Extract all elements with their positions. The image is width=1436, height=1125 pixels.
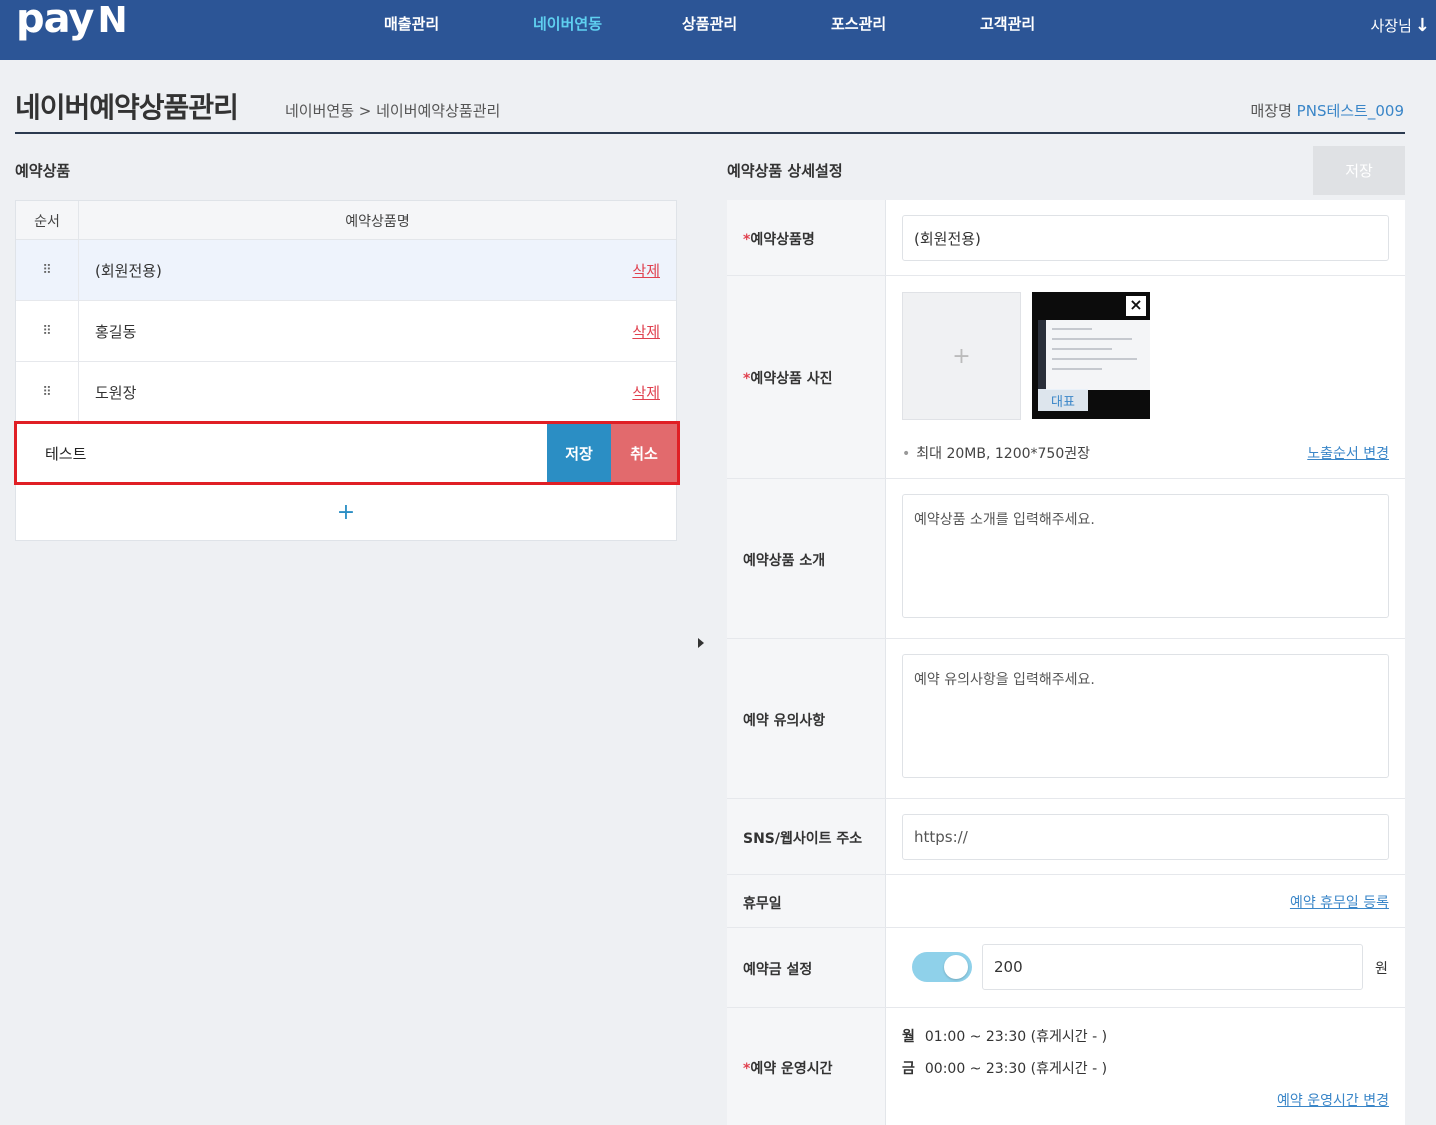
- operating-hours-row: *예약 운영시간 월 01:00 ~ 23:30 (휴게시간 - ) 금 00:00…: [727, 1008, 1405, 1125]
- row-cancel-button[interactable]: 취소: [611, 424, 677, 482]
- table-header: 순서 예약상품명: [16, 201, 676, 240]
- thumbnail-image: [1038, 320, 1150, 390]
- table-row[interactable]: ⠿ 홍길동 삭제: [16, 301, 676, 362]
- change-hours-link[interactable]: 예약 운영시간 변경: [1277, 1090, 1389, 1110]
- top-navigation-bar: pay N 매출관리 네이버연동 상품관리 포스관리 고객관리 사장님 ↓: [0, 0, 1436, 60]
- arrow-down-icon: ↓: [1414, 14, 1430, 36]
- product-name-input[interactable]: [902, 215, 1389, 261]
- product-intro-row: 예약상품 소개: [727, 479, 1405, 639]
- drag-handle-icon[interactable]: ⠿: [16, 240, 79, 300]
- holiday-row: 휴무일 예약 휴무일 등록: [727, 875, 1405, 928]
- product-list-title: 예약상품: [15, 162, 71, 180]
- row-save-button[interactable]: 저장: [547, 424, 611, 482]
- sns-website-input[interactable]: [902, 814, 1389, 860]
- photo-thumbnail[interactable]: × 대표: [1032, 292, 1150, 419]
- store-info: 매장명 PNS테스트_009: [1250, 100, 1404, 121]
- table-row[interactable]: ⠿ 도원장 삭제: [16, 362, 676, 423]
- hours-line: 금 00:00 ~ 23:30 (휴게시간 - ): [902, 1061, 1108, 1077]
- holiday-label: 휴무일: [743, 896, 782, 912]
- drag-handle-icon[interactable]: ⠿: [16, 362, 79, 422]
- representative-badge: 대표: [1038, 389, 1088, 411]
- save-button[interactable]: 저장: [1313, 146, 1405, 195]
- nav-pos[interactable]: 포스관리: [831, 13, 886, 34]
- operating-hours-label: *예약 운영시간: [743, 1061, 833, 1077]
- reservation-notice-row: 예약 유의사항: [727, 639, 1405, 799]
- product-photo-row: *예약상품 사진 + × 대표 • 최대 20MB, 1200*750권장 노출순…: [727, 276, 1405, 479]
- breadcrumb: 네이버연동 > 네이버예약상품관리: [285, 102, 501, 120]
- payn-logo[interactable]: pay N: [16, 0, 128, 42]
- plus-icon: +: [336, 500, 356, 525]
- reservation-notice-textarea[interactable]: [902, 654, 1389, 778]
- photo-size-note: • 최대 20MB, 1200*750권장: [902, 446, 1090, 462]
- register-holiday-link[interactable]: 예약 휴무일 등록: [1290, 892, 1389, 912]
- product-photo-label: *예약상품 사진: [743, 371, 833, 387]
- drag-handle-icon[interactable]: ⠿: [16, 301, 79, 361]
- user-menu[interactable]: 사장님 ↓: [1371, 15, 1431, 36]
- page-title: 네이버예약상품관리: [15, 91, 239, 124]
- new-product-name-input[interactable]: [17, 424, 547, 482]
- nav-sales[interactable]: 매출관리: [384, 13, 439, 34]
- sns-website-label: SNS/웹사이트 주소: [743, 831, 863, 847]
- product-name-label: *예약상품명: [743, 232, 815, 248]
- deposit-amount-input[interactable]: [982, 944, 1363, 990]
- store-label: 매장명: [1250, 102, 1292, 120]
- currency-unit: 원: [1375, 961, 1388, 977]
- remove-photo-icon[interactable]: ×: [1126, 296, 1146, 316]
- detail-settings-form: *예약상품명 *예약상품 사진 + × 대표 •최대 20MB, 1200*75…: [727, 200, 1405, 1125]
- add-photo-button[interactable]: +: [902, 292, 1021, 420]
- toggle-knob: [944, 955, 968, 979]
- order-column-header: 순서: [16, 201, 79, 240]
- product-name: 도원장: [95, 383, 137, 402]
- nav-products[interactable]: 상품관리: [682, 13, 737, 34]
- new-product-edit-row: 저장 취소: [14, 421, 680, 485]
- delete-link[interactable]: 삭제: [632, 362, 660, 422]
- add-product-button[interactable]: +: [15, 485, 677, 540]
- detail-settings-title: 예약상품 상세설정: [727, 162, 843, 180]
- delete-link[interactable]: 삭제: [632, 301, 660, 361]
- deposit-label: 예약금 설정: [743, 962, 813, 978]
- name-column-header: 예약상품명: [345, 213, 410, 230]
- hours-line: 월 01:00 ~ 23:30 (휴게시간 - ): [902, 1029, 1108, 1045]
- nav-customers[interactable]: 고객관리: [980, 13, 1035, 34]
- change-display-order-link[interactable]: 노출순서 변경: [1307, 443, 1389, 463]
- reservation-notice-label: 예약 유의사항: [743, 713, 826, 729]
- table-row[interactable]: ⠿ (회원전용) 삭제: [16, 240, 676, 301]
- delete-link[interactable]: 삭제: [632, 240, 660, 300]
- product-name-row: *예약상품명: [727, 200, 1405, 276]
- deposit-row: 예약금 설정 원: [727, 928, 1405, 1008]
- user-name: 사장님: [1370, 17, 1412, 35]
- sns-website-row: SNS/웹사이트 주소: [727, 799, 1405, 875]
- product-intro-textarea[interactable]: [902, 494, 1389, 618]
- product-name: (회원전용): [95, 261, 162, 280]
- nav-naver-integration[interactable]: 네이버연동: [533, 13, 602, 34]
- title-divider: [15, 132, 1405, 134]
- product-intro-label: 예약상품 소개: [743, 553, 826, 569]
- store-name: PNS테스트_009: [1296, 102, 1404, 120]
- deposit-toggle[interactable]: [912, 952, 972, 982]
- plus-icon: +: [952, 343, 971, 369]
- product-name: 홍길동: [95, 322, 137, 341]
- panel-toggle-arrow-icon[interactable]: [698, 638, 704, 648]
